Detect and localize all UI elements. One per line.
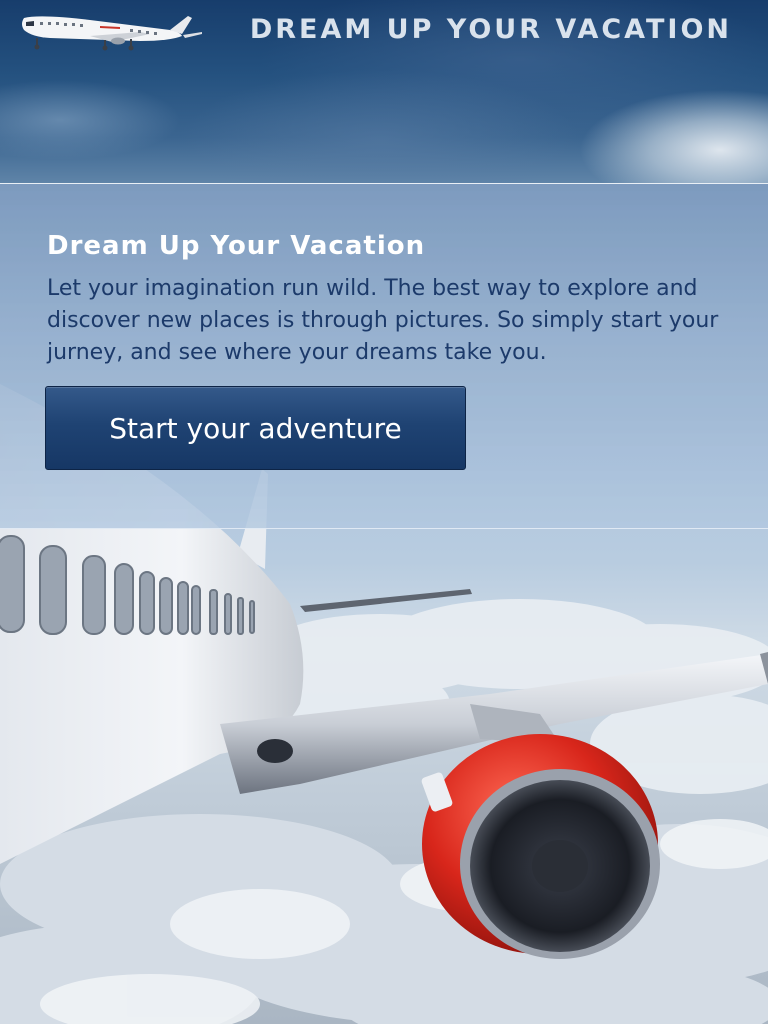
app-screen: DREAM UP YOUR VACATION Dream Up Your Vac…: [0, 0, 768, 1024]
header-title: DREAM UP YOUR VACATION: [249, 14, 732, 45]
info-description: Let your imagination run wild. The best …: [47, 276, 719, 365]
info-heading: Dream Up Your Vacation: [47, 231, 426, 261]
header-banner: DREAM UP YOUR VACATION: [0, 0, 768, 184]
airplane-icon: [22, 16, 202, 51]
start-adventure-button[interactable]: Start your adventure: [45, 386, 466, 470]
info-panel: Dream Up Your Vacation Let your imaginat…: [0, 184, 768, 529]
